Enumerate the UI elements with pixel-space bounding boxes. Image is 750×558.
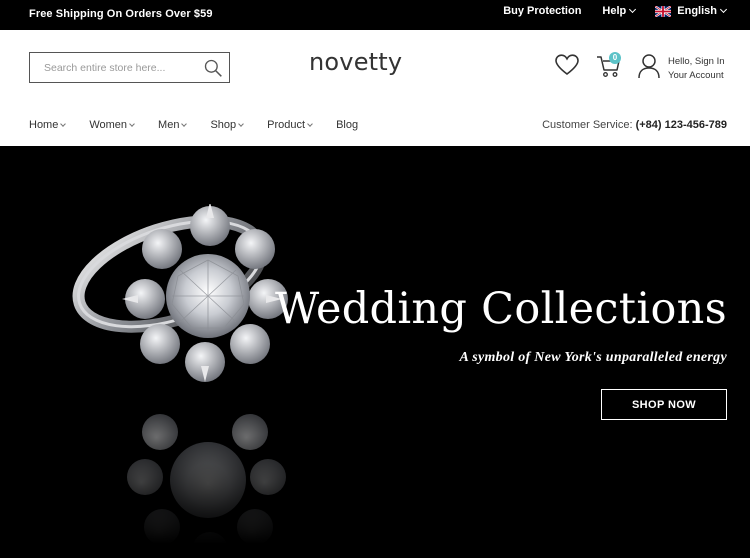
account-greeting: Hello, Sign In (668, 56, 725, 67)
top-links: Buy Protection Help English (503, 5, 728, 17)
buy-protection-link[interactable]: Buy Protection (503, 5, 581, 17)
nav-item-label: Home (29, 119, 59, 131)
nav-item-men[interactable]: Men (158, 119, 188, 131)
nav-item-home[interactable]: Home (29, 119, 67, 131)
help-dropdown[interactable]: Help (602, 5, 637, 17)
heart-icon[interactable] (555, 54, 579, 76)
chevron-down-icon (129, 120, 135, 127)
chevron-down-icon (60, 120, 67, 127)
shop-now-button[interactable]: SHOP NOW (601, 389, 727, 420)
help-label: Help (602, 5, 627, 17)
main-nav: Home Women Men Shop Product Blog Custome… (0, 106, 750, 146)
language-label: English (677, 5, 717, 17)
service-label: Customer Service: (542, 119, 633, 131)
chevron-down-icon (181, 120, 188, 127)
nav-item-label: Product (267, 119, 306, 131)
hero-banner: Wedding Collections A symbol of New York… (0, 146, 750, 558)
search-box (29, 52, 230, 83)
nav-item-shop[interactable]: Shop (210, 119, 244, 131)
account-label: Your Account (668, 70, 724, 81)
top-bar: Free Shipping On Orders Over $59 Buy Pro… (0, 0, 750, 30)
service-phone[interactable]: (+84) 123-456-789 (636, 119, 727, 131)
site-header: novetty 0 Hello, Sign In Your Account (0, 30, 750, 106)
hero-subtitle: A symbol of New York's unparalleled ener… (459, 350, 727, 365)
language-dropdown[interactable]: English (655, 5, 728, 17)
chevron-down-icon (307, 120, 313, 127)
search-icon[interactable] (203, 58, 223, 78)
nav-item-product[interactable]: Product (267, 119, 313, 131)
nav-item-label: Men (158, 119, 180, 131)
nav-item-label: Blog (336, 119, 359, 131)
diamond-ring-image (60, 204, 360, 544)
uk-flag-icon (655, 5, 672, 17)
customer-service: Customer Service: (+84) 123-456-789 (542, 119, 727, 131)
nav-item-label: Shop (210, 119, 237, 131)
hero-title: Wedding Collections (274, 284, 727, 334)
search-input[interactable] (30, 53, 200, 82)
cart-count-badge: 0 (609, 52, 621, 64)
chevron-down-icon (629, 5, 637, 14)
shipping-promo: Free Shipping On Orders Over $59 (29, 8, 213, 20)
user-icon[interactable] (638, 53, 660, 79)
nav-item-label: Women (89, 119, 128, 131)
nav-menu: Home Women Men Shop Product Blog (29, 119, 382, 131)
site-logo[interactable]: novetty (309, 48, 402, 76)
chevron-down-icon (719, 5, 728, 14)
chevron-down-icon (238, 120, 244, 127)
nav-item-blog[interactable]: Blog (336, 119, 358, 131)
cart-button[interactable]: 0 (596, 52, 622, 79)
nav-item-women[interactable]: Women (89, 119, 135, 131)
account-link[interactable]: Hello, Sign In Your Account (668, 55, 725, 83)
